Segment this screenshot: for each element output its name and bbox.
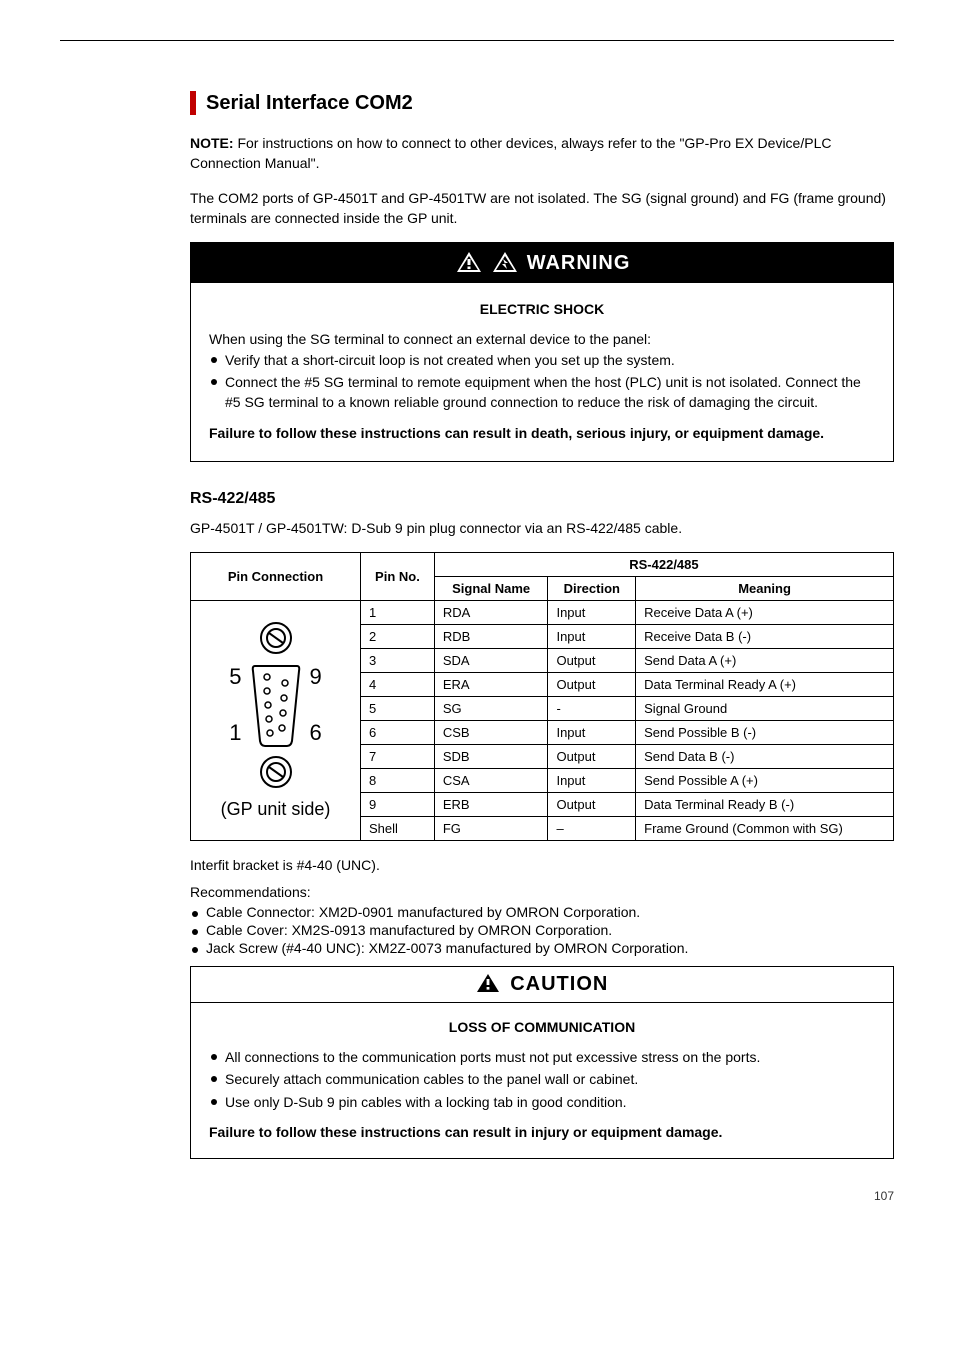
cell-pinno: 3 — [361, 649, 435, 673]
note-text: For instructions on how to connect to ot… — [190, 135, 831, 171]
connector-body-icon — [250, 661, 302, 749]
content-area: Serial Interface COM2 NOTE: For instruct… — [60, 91, 894, 1159]
intro-note: NOTE: For instructions on how to connect… — [190, 133, 894, 174]
cell-mean: Receive Data A (+) — [636, 601, 894, 625]
cell-dir: Output — [548, 649, 636, 673]
cell-dir: Output — [548, 745, 636, 769]
warning-footer: Failure to follow these instructions can… — [209, 423, 875, 443]
caution-header: CAUTION — [191, 967, 893, 1003]
cell-dir: - — [548, 697, 636, 721]
warning-item: Connect the #5 SG terminal to remote equ… — [209, 372, 875, 413]
rec-item: Cable Connector: XM2D-0901 manufactured … — [190, 904, 894, 920]
caution-list: All connections to the communication por… — [209, 1047, 875, 1112]
cell-dir: Input — [548, 721, 636, 745]
connector-diagram: 5 1 — [199, 613, 352, 828]
cell-mean: Data Terminal Ready A (+) — [636, 673, 894, 697]
cell-pinno: 2 — [361, 625, 435, 649]
cell-sig: ERA — [434, 673, 548, 697]
cell-sig: SDB — [434, 745, 548, 769]
caution-item: Securely attach communication cables to … — [209, 1069, 875, 1089]
cell-pinno: 6 — [361, 721, 435, 745]
cell-mean: Data Terminal Ready B (-) — [636, 793, 894, 817]
cell-sig: CSB — [434, 721, 548, 745]
diagram-label: (GP unit side) — [221, 799, 331, 820]
warning-header: WARNING — [191, 243, 893, 283]
connector-diagram-cell: 5 1 — [191, 601, 361, 841]
cell-mean: Send Data B (-) — [636, 745, 894, 769]
th-pin-connection: Pin Connection — [191, 553, 361, 601]
rs422-heading: RS-422/485 — [190, 490, 894, 508]
cell-pinno: Shell — [361, 817, 435, 841]
digit-1: 1 — [229, 720, 241, 746]
th-rs422: RS-422/485 — [434, 553, 893, 577]
cell-pinno: 8 — [361, 769, 435, 793]
caution-triangle-icon — [476, 973, 500, 993]
cell-pinno: 1 — [361, 601, 435, 625]
cell-sig: RDA — [434, 601, 548, 625]
top-rule — [60, 40, 894, 41]
cell-dir: – — [548, 817, 636, 841]
caution-item: All connections to the communication por… — [209, 1047, 875, 1067]
heading-accent-bar — [190, 91, 196, 115]
rec-item: Cable Cover: XM2S-0913 manufactured by O… — [190, 922, 894, 938]
cell-mean: Send Data A (+) — [636, 649, 894, 673]
warning-item: Verify that a short-circuit loop is not … — [209, 350, 875, 370]
cell-sig: SDA — [434, 649, 548, 673]
warning-title: WARNING — [527, 252, 631, 274]
warning-body: ELECTRIC SHOCK When using the SG termina… — [191, 283, 893, 461]
caution-body: LOSS OF COMMUNICATION All connections to… — [191, 1003, 893, 1158]
cell-sig: RDB — [434, 625, 548, 649]
cell-pinno: 7 — [361, 745, 435, 769]
screw-icon — [259, 755, 293, 789]
caution-footer: Failure to follow these instructions can… — [209, 1122, 875, 1142]
warning-lead: When using the SG terminal to connect an… — [209, 329, 875, 349]
warning-list: Verify that a short-circuit loop is not … — [209, 350, 875, 413]
cell-dir: Input — [548, 769, 636, 793]
caution-subhead: LOSS OF COMMUNICATION — [209, 1017, 875, 1037]
rec-item: Jack Screw (#4-40 UNC): XM2Z-0073 manufa… — [190, 940, 894, 956]
cell-dir: Output — [548, 673, 636, 697]
cell-pinno: 5 — [361, 697, 435, 721]
cell-mean: Send Possible A (+) — [636, 769, 894, 793]
cell-dir: Output — [548, 793, 636, 817]
heading-text: Serial Interface COM2 — [206, 92, 413, 115]
th-direction: Direction — [548, 577, 636, 601]
cell-mean: Receive Data B (-) — [636, 625, 894, 649]
th-meaning: Meaning — [636, 577, 894, 601]
cell-dir: Input — [548, 601, 636, 625]
note-label: NOTE: — [190, 135, 237, 151]
warning-triangle-icon — [456, 251, 482, 273]
digit-9: 9 — [310, 664, 322, 690]
section-heading: Serial Interface COM2 — [190, 91, 894, 115]
screw-icon — [259, 621, 293, 655]
cell-sig: FG — [434, 817, 548, 841]
cell-mean: Frame Ground (Common with SG) — [636, 817, 894, 841]
warning-subhead: ELECTRIC SHOCK — [209, 299, 875, 319]
intro-para-2: The COM2 ports of GP-4501T and GP-4501TW… — [190, 188, 894, 229]
rs422-caption: GP-4501T / GP-4501TW: D-Sub 9 pin plug c… — [190, 518, 894, 538]
page-number: 107 — [60, 1189, 894, 1203]
caution-title: CAUTION — [510, 973, 608, 995]
warning-box: WARNING ELECTRIC SHOCK When using the SG… — [190, 242, 894, 462]
digit-6: 6 — [310, 720, 322, 746]
warning-triangle-icon — [492, 251, 518, 273]
interfit-note: Interfit bracket is #4-40 (UNC). — [190, 855, 894, 875]
cell-pinno: 4 — [361, 673, 435, 697]
th-pin-no: Pin No. — [361, 553, 435, 601]
pin-table: Pin Connection Pin No. RS-422/485 Signal… — [190, 552, 894, 841]
recommendations-list: Cable Connector: XM2D-0901 manufactured … — [190, 904, 894, 956]
cell-mean: Send Possible B (-) — [636, 721, 894, 745]
recommendations-label: Recommendations: — [190, 882, 894, 902]
cell-sig: CSA — [434, 769, 548, 793]
cell-pinno: 9 — [361, 793, 435, 817]
cell-dir: Input — [548, 625, 636, 649]
cell-mean: Signal Ground — [636, 697, 894, 721]
th-signal: Signal Name — [434, 577, 548, 601]
cell-sig: ERB — [434, 793, 548, 817]
caution-box: CAUTION LOSS OF COMMUNICATION All connec… — [190, 966, 894, 1159]
cell-sig: SG — [434, 697, 548, 721]
digit-5: 5 — [229, 664, 241, 690]
caution-item: Use only D-Sub 9 pin cables with a locki… — [209, 1092, 875, 1112]
